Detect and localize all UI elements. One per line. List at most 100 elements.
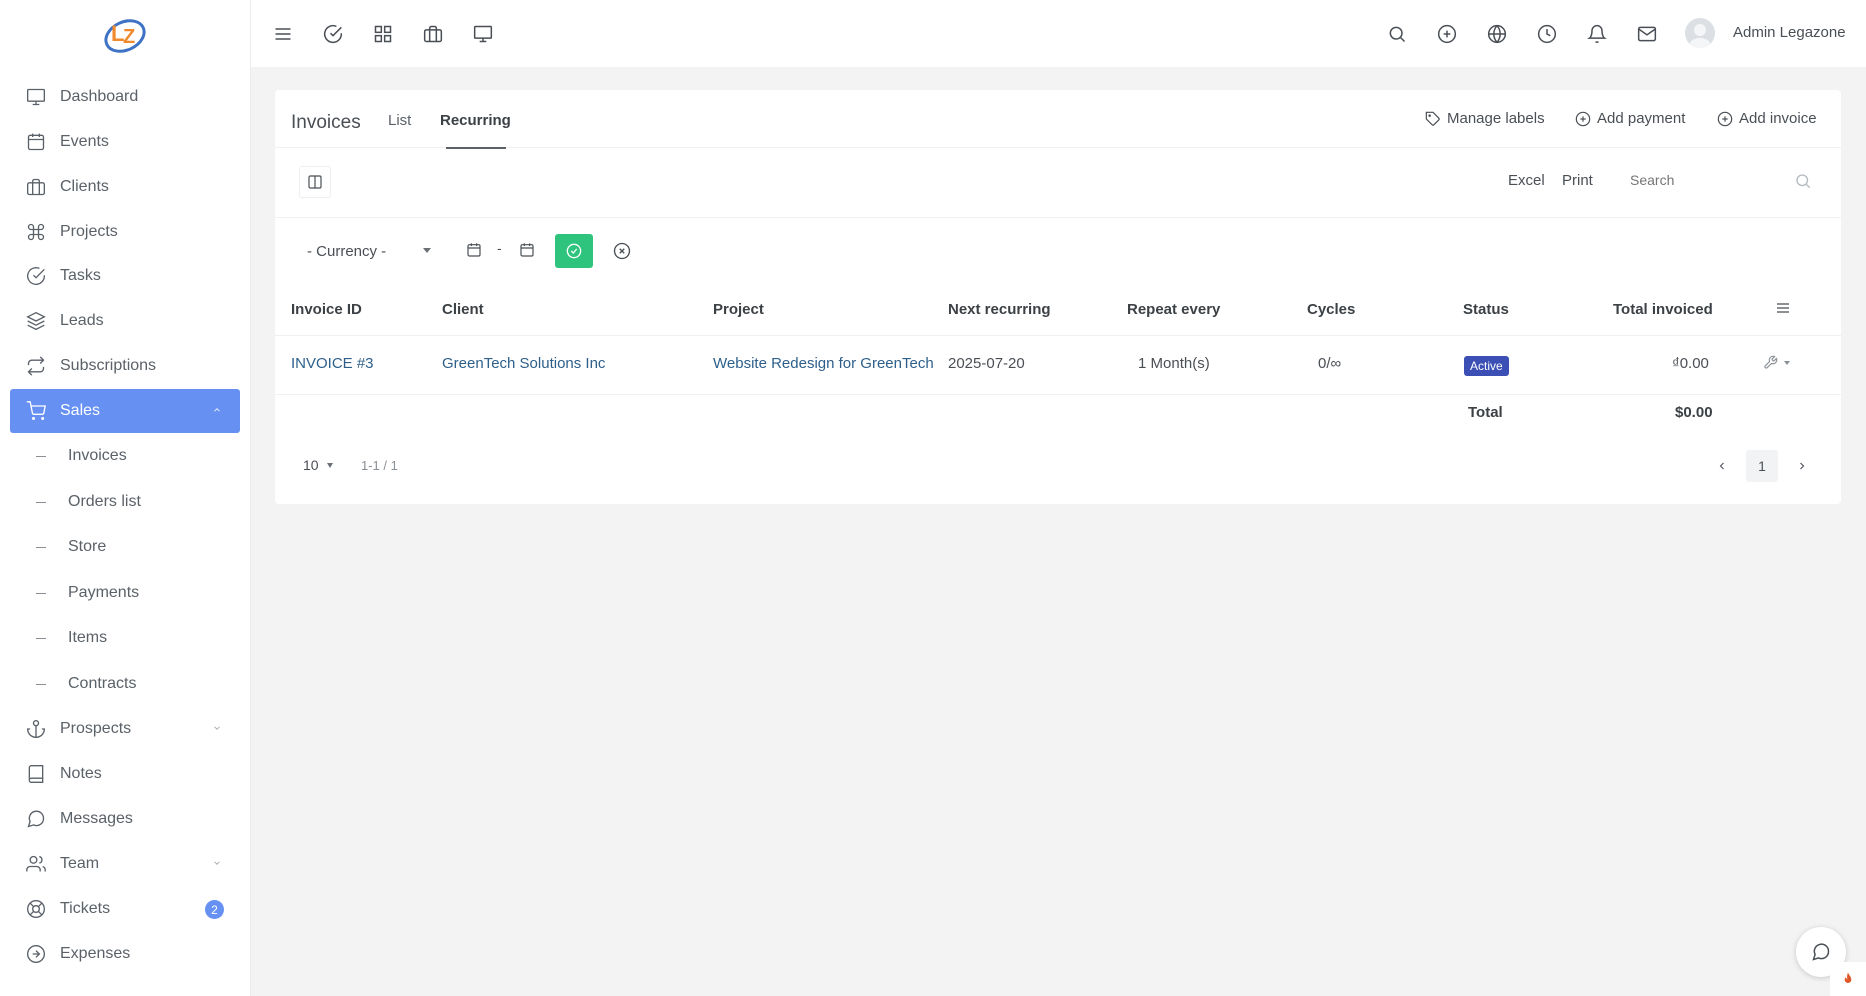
layers-icon: [26, 311, 46, 331]
end-date-calendar-icon[interactable]: [519, 242, 535, 258]
check-circle-icon: [26, 266, 46, 286]
add-invoice-button[interactable]: Add invoice: [1717, 110, 1817, 127]
sidebar-item-label: Sales: [60, 402, 101, 419]
start-date-calendar-icon[interactable]: [466, 242, 482, 258]
total-label: Total: [1468, 404, 1503, 421]
print-button[interactable]: Print: [1562, 172, 1593, 189]
caret-down-icon: [326, 462, 333, 468]
sidebar-item-events[interactable]: Events: [10, 120, 240, 164]
grid-icon[interactable]: [371, 22, 395, 46]
clock-icon[interactable]: [1535, 22, 1559, 46]
cart-icon: [26, 401, 46, 421]
chevron-right-icon: [1796, 460, 1808, 472]
plus-circle-icon: [1575, 111, 1591, 127]
briefcase-icon: [26, 177, 46, 197]
sidebar-sub-items[interactable]: Items: [10, 618, 240, 658]
search-icon[interactable]: [1794, 172, 1812, 190]
user-name[interactable]: Admin Legazone: [1733, 24, 1846, 41]
cycles-value: 0/∞: [1318, 355, 1342, 372]
sidebar-item-sales[interactable]: Sales: [10, 389, 240, 433]
sidebar-item-leads[interactable]: Leads: [10, 299, 240, 343]
sidebar-item-label: Subscriptions: [60, 357, 157, 374]
plus-circle-icon: [1717, 111, 1733, 127]
dash-icon: [36, 592, 46, 594]
tab-recurring[interactable]: Recurring: [440, 112, 511, 129]
divider: [275, 335, 1841, 336]
col-header-invoice-id[interactable]: Invoice ID: [291, 301, 362, 318]
top-bar: Admin Legazone: [251, 0, 1866, 67]
sidebar-item-team[interactable]: Team: [10, 842, 240, 886]
chat-bubble-icon: [1811, 942, 1831, 962]
sidebar-sub-orders-list[interactable]: Orders list: [10, 482, 240, 522]
tab-list[interactable]: List: [388, 112, 411, 129]
prev-page-button[interactable]: [1706, 450, 1738, 482]
briefcase-icon[interactable]: [421, 22, 445, 46]
clear-filter-button[interactable]: [603, 234, 641, 268]
sidebar-item-tasks[interactable]: Tasks: [10, 254, 240, 298]
calendar-icon: [26, 132, 46, 152]
svg-text:Z: Z: [123, 26, 135, 48]
sidebar-item-subscriptions[interactable]: Subscriptions: [10, 344, 240, 388]
columns-icon: [307, 174, 323, 190]
sidebar-sub-payments[interactable]: Payments: [10, 573, 240, 613]
manage-labels-button[interactable]: Manage labels: [1425, 110, 1545, 127]
monitor-icon: [26, 87, 46, 107]
bell-icon[interactable]: [1585, 22, 1609, 46]
sidebar-item-notes[interactable]: Notes: [10, 752, 240, 796]
sidebar-item-label: Projects: [60, 223, 118, 240]
page-number-button[interactable]: 1: [1746, 450, 1778, 482]
row-actions-dropdown[interactable]: [1763, 355, 1790, 370]
col-header-repeat-every[interactable]: Repeat every: [1127, 301, 1220, 318]
legazone-logo-icon: L Z: [104, 18, 146, 53]
plus-circle-icon[interactable]: [1435, 22, 1459, 46]
project-link[interactable]: Website Redesign for GreenTech: [713, 355, 934, 372]
invoices-card: Invoices List Recurring Manage labels Ad…: [275, 90, 1841, 504]
sidebar-item-expenses[interactable]: Expenses: [10, 932, 240, 976]
check-circle-icon[interactable]: [321, 22, 345, 46]
life-buoy-icon: [26, 899, 46, 919]
invoice-id-link[interactable]: INVOICE #3: [291, 355, 374, 372]
sidebar-item-label: Clients: [60, 178, 109, 195]
client-link[interactable]: GreenTech Solutions Inc: [442, 355, 605, 372]
book-icon: [26, 764, 46, 784]
app-logo[interactable]: L Z: [0, 0, 250, 67]
page-size-select[interactable]: 10: [303, 457, 333, 473]
sidebar-item-prospects[interactable]: Prospects: [10, 707, 240, 751]
sidebar-item-projects[interactable]: Projects: [10, 210, 240, 254]
next-page-button[interactable]: [1786, 450, 1818, 482]
col-header-next-recurring[interactable]: Next recurring: [948, 301, 1051, 318]
col-header-status[interactable]: Status: [1463, 301, 1509, 318]
dash-icon: [36, 546, 46, 548]
currency-select[interactable]: - Currency -: [299, 234, 435, 268]
add-payment-button[interactable]: Add payment: [1575, 110, 1685, 127]
col-header-client[interactable]: Client: [442, 301, 484, 318]
globe-icon[interactable]: [1485, 22, 1509, 46]
sidebar-item-messages[interactable]: Messages: [10, 797, 240, 841]
chevron-up-icon: [212, 405, 222, 415]
col-header-project[interactable]: Project: [713, 301, 764, 318]
caret-down-icon: [1784, 360, 1790, 365]
apply-filter-button[interactable]: [555, 234, 593, 268]
search-icon[interactable]: [1385, 22, 1409, 46]
column-options-menu-icon[interactable]: [1775, 300, 1791, 316]
avatar[interactable]: [1685, 18, 1715, 48]
excel-button[interactable]: Excel: [1508, 172, 1545, 189]
sidebar-item-tickets[interactable]: Tickets 2: [10, 887, 240, 931]
col-header-cycles[interactable]: Cycles: [1307, 301, 1355, 318]
menu-icon[interactable]: [271, 22, 295, 46]
debug-toolbar-button[interactable]: [1830, 962, 1866, 996]
total-value: $0.00: [1675, 404, 1713, 421]
column-toggle-button[interactable]: [299, 166, 331, 198]
sidebar-sub-store[interactable]: Store: [10, 527, 240, 567]
monitor-icon[interactable]: [471, 22, 495, 46]
wrench-icon: [1763, 355, 1778, 370]
sidebar-item-clients[interactable]: Clients: [10, 165, 240, 209]
col-header-total-invoiced[interactable]: Total invoiced: [1613, 301, 1713, 318]
mail-icon[interactable]: [1635, 22, 1659, 46]
sidebar-item-label: Leads: [60, 312, 104, 329]
x-circle-icon: [613, 242, 631, 260]
sidebar-item-dashboard[interactable]: Dashboard: [10, 75, 240, 119]
sidebar-sub-contracts[interactable]: Contracts: [10, 664, 240, 704]
users-icon: [26, 854, 46, 874]
sidebar-sub-invoices[interactable]: Invoices: [10, 436, 240, 476]
